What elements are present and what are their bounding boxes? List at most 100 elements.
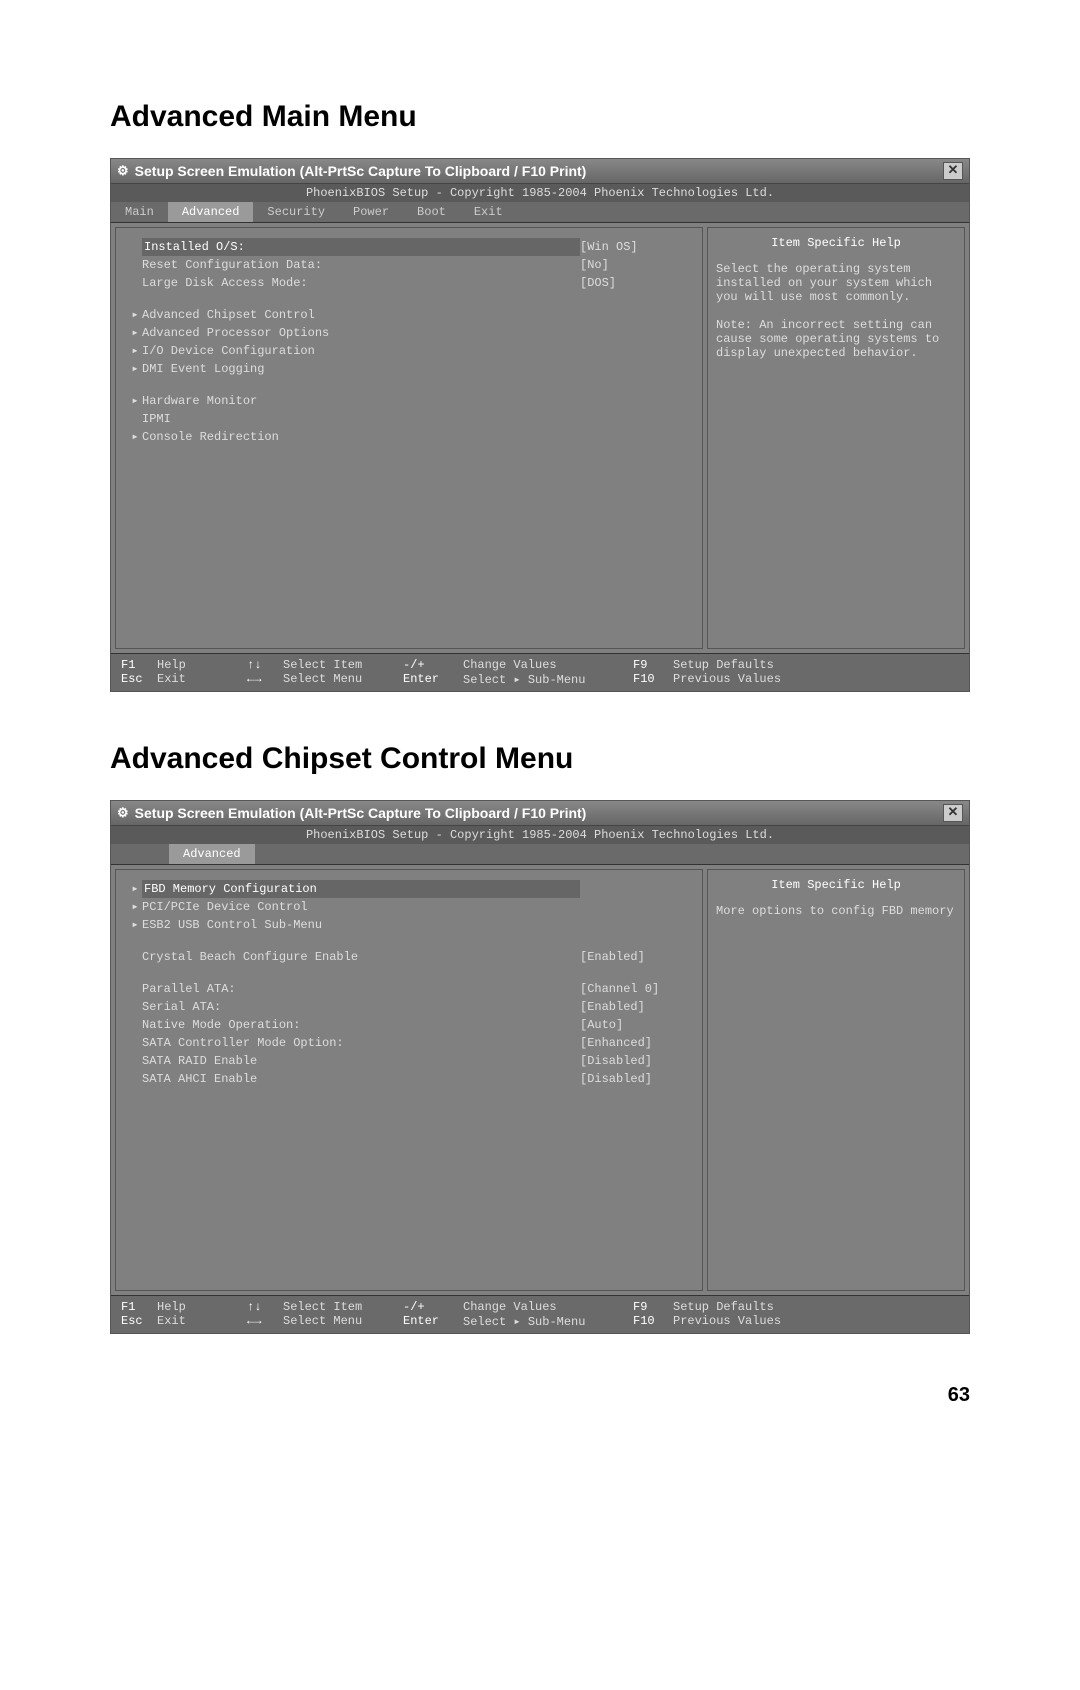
menu-item[interactable]: Native Mode Operation:[Auto] xyxy=(128,1016,690,1034)
gear-icon: ⚙ xyxy=(117,163,129,179)
help-title: Item Specific Help xyxy=(716,236,956,250)
tab-exit[interactable]: Exit xyxy=(460,202,517,222)
chevron-right-icon xyxy=(128,1016,142,1034)
item-label: Advanced Chipset Control xyxy=(142,306,580,324)
item-value xyxy=(580,342,690,360)
item-label: IPMI xyxy=(142,410,580,428)
footer-key: F9 xyxy=(633,658,673,672)
tab-advanced[interactable]: Advanced xyxy=(169,844,255,864)
menu-item[interactable]: IPMI xyxy=(128,410,690,428)
item-value: [Enabled] xyxy=(580,998,690,1016)
menu-item[interactable]: ▸Advanced Processor Options xyxy=(128,324,690,342)
tab-boot[interactable]: Boot xyxy=(403,202,460,222)
help-text: Select the operating system installed on… xyxy=(716,262,956,360)
window-title: Setup Screen Emulation (Alt-PrtSc Captur… xyxy=(135,805,587,821)
menu-item[interactable]: Large Disk Access Mode:[DOS] xyxy=(128,274,690,292)
footer-label: Help xyxy=(157,658,247,672)
item-value xyxy=(580,916,690,934)
footer-key: F1 xyxy=(121,1300,157,1314)
chevron-right-icon: ▸ xyxy=(128,392,142,410)
bios-tabs-2: Advanced xyxy=(111,844,969,865)
help-title: Item Specific Help xyxy=(716,878,956,892)
footer-key: F10 xyxy=(633,1314,673,1329)
menu-item[interactable]: Reset Configuration Data:[No] xyxy=(128,256,690,274)
menu-item[interactable]: SATA RAID Enable[Disabled] xyxy=(128,1052,690,1070)
menu-item[interactable]: Serial ATA:[Enabled] xyxy=(128,998,690,1016)
menu-item[interactable]: Parallel ATA:[Channel 0] xyxy=(128,980,690,998)
chevron-right-icon: ▸ xyxy=(128,360,142,378)
menu-item[interactable]: ▸Hardware Monitor xyxy=(128,392,690,410)
footer-key: F10 xyxy=(633,672,673,687)
footer-key: ←→ xyxy=(247,1314,283,1329)
item-label: Native Mode Operation: xyxy=(142,1016,580,1034)
tab-advanced[interactable]: Advanced xyxy=(168,202,254,222)
item-value xyxy=(580,324,690,342)
item-label: Console Redirection xyxy=(142,428,580,446)
bios-main-panel: ▸FBD Memory Configuration▸PCI/PCIe Devic… xyxy=(115,869,703,1291)
item-value: [Auto] xyxy=(580,1016,690,1034)
menu-item[interactable]: ▸PCI/PCIe Device Control xyxy=(128,898,690,916)
footer-label: Previous Values xyxy=(673,1314,813,1329)
item-label: Reset Configuration Data: xyxy=(142,256,580,274)
chevron-right-icon xyxy=(128,410,142,428)
bios-footer: F1Help↑↓Select Item-/+Change ValuesF9Set… xyxy=(111,653,969,691)
footer-key: -/+ xyxy=(403,1300,463,1314)
chevron-right-icon: ▸ xyxy=(128,898,142,916)
item-label: Hardware Monitor xyxy=(142,392,580,410)
chevron-right-icon: ▸ xyxy=(128,428,142,446)
footer-label: Setup Defaults xyxy=(673,658,813,672)
footer-label: Setup Defaults xyxy=(673,1300,813,1314)
bios-window-2: ⚙ Setup Screen Emulation (Alt-PrtSc Capt… xyxy=(110,800,970,1334)
close-icon[interactable]: ✕ xyxy=(943,162,963,180)
item-label: Crystal Beach Configure Enable xyxy=(142,948,580,966)
tab-main[interactable]: Main xyxy=(111,202,168,222)
footer-key: ←→ xyxy=(247,672,283,687)
bios-help-panel: Item Specific Help Select the operating … xyxy=(707,227,965,649)
item-label: Advanced Processor Options xyxy=(142,324,580,342)
close-icon[interactable]: ✕ xyxy=(943,804,963,822)
tab-security[interactable]: Security xyxy=(253,202,339,222)
footer-key: Esc xyxy=(121,1314,157,1329)
gear-icon: ⚙ xyxy=(117,805,129,821)
bios-copyright: PhoenixBIOS Setup - Copyright 1985-2004 … xyxy=(111,184,969,202)
footer-label: Help xyxy=(157,1300,247,1314)
section-heading-2: Advanced Chipset Control Menu xyxy=(110,742,970,776)
menu-item[interactable]: ▸DMI Event Logging xyxy=(128,360,690,378)
item-label: I/O Device Configuration xyxy=(142,342,580,360)
titlebar: ⚙ Setup Screen Emulation (Alt-PrtSc Capt… xyxy=(111,159,969,184)
footer-label: Change Values xyxy=(463,1300,633,1314)
menu-item[interactable]: ▸Console Redirection xyxy=(128,428,690,446)
menu-item[interactable]: Installed O/S:[Win OS] xyxy=(128,238,690,256)
item-value xyxy=(580,428,690,446)
chevron-right-icon xyxy=(128,1034,142,1052)
menu-item[interactable]: Crystal Beach Configure Enable[Enabled] xyxy=(128,948,690,966)
tab-power[interactable]: Power xyxy=(339,202,403,222)
item-label: Serial ATA: xyxy=(142,998,580,1016)
menu-item[interactable]: ▸FBD Memory Configuration xyxy=(128,880,690,898)
menu-item[interactable]: ▸ESB2 USB Control Sub-Menu xyxy=(128,916,690,934)
footer-key: ↑↓ xyxy=(247,1300,283,1314)
item-label: Large Disk Access Mode: xyxy=(142,274,580,292)
help-text: More options to config FBD memory xyxy=(716,904,956,918)
menu-item[interactable]: ▸Advanced Chipset Control xyxy=(128,306,690,324)
bios-footer: F1Help↑↓Select Item-/+Change ValuesF9Set… xyxy=(111,1295,969,1333)
chevron-right-icon: ▸ xyxy=(128,324,142,342)
chevron-right-icon: ▸ xyxy=(128,342,142,360)
footer-label: Select Menu xyxy=(283,1314,403,1329)
item-value: [Enabled] xyxy=(580,948,690,966)
chevron-right-icon: ▸ xyxy=(128,916,142,934)
footer-key: -/+ xyxy=(403,658,463,672)
bios-window-1: ⚙ Setup Screen Emulation (Alt-PrtSc Capt… xyxy=(110,158,970,692)
menu-item[interactable]: SATA AHCI Enable[Disabled] xyxy=(128,1070,690,1088)
menu-item[interactable]: ▸I/O Device Configuration xyxy=(128,342,690,360)
chevron-right-icon xyxy=(128,1070,142,1088)
titlebar: ⚙ Setup Screen Emulation (Alt-PrtSc Capt… xyxy=(111,801,969,826)
item-label: FBD Memory Configuration xyxy=(142,880,580,898)
chevron-right-icon xyxy=(128,998,142,1016)
item-value: [Enhanced] xyxy=(580,1034,690,1052)
item-label: SATA Controller Mode Option: xyxy=(142,1034,580,1052)
menu-item[interactable]: SATA Controller Mode Option:[Enhanced] xyxy=(128,1034,690,1052)
item-value xyxy=(580,880,690,898)
item-value: [Disabled] xyxy=(580,1052,690,1070)
window-title: Setup Screen Emulation (Alt-PrtSc Captur… xyxy=(135,163,587,179)
